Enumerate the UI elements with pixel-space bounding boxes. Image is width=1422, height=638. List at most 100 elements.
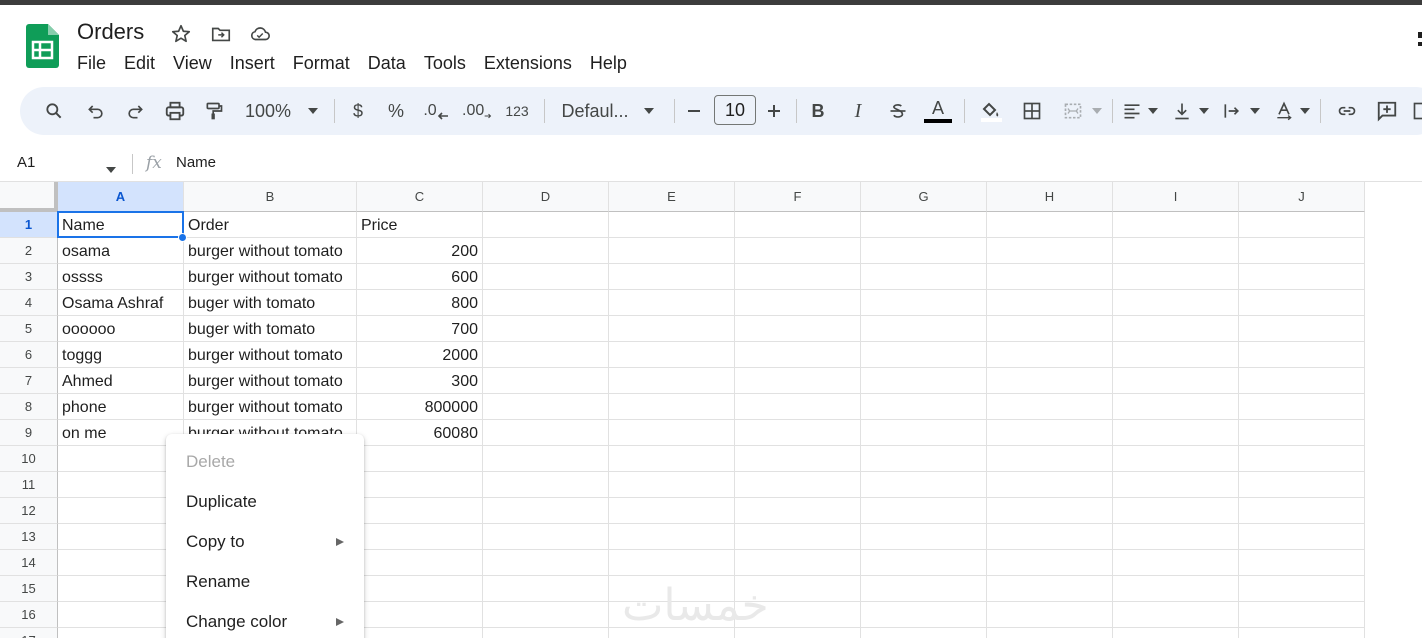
cell-e3[interactable] [609, 264, 735, 290]
cell-f11[interactable] [735, 472, 861, 498]
merge-chevron-down-icon[interactable] [1090, 87, 1104, 135]
row-header-17[interactable]: 17 [0, 628, 58, 638]
cell-g8[interactable] [861, 394, 987, 420]
cell-c2[interactable]: 200 [357, 238, 483, 264]
cell-b4[interactable]: buger with tomato [184, 290, 357, 316]
cell-d1[interactable] [483, 212, 609, 238]
column-header-e[interactable]: E [609, 182, 735, 212]
cell-f6[interactable] [735, 342, 861, 368]
menu-help[interactable]: Help [581, 50, 636, 76]
cell-g16[interactable] [861, 602, 987, 628]
cell-f2[interactable] [735, 238, 861, 264]
cell-i11[interactable] [1113, 472, 1239, 498]
cell-g17[interactable] [861, 628, 987, 638]
cell-f13[interactable] [735, 524, 861, 550]
more-formats-button[interactable]: 123 [504, 87, 530, 135]
cell-e12[interactable] [609, 498, 735, 524]
cell-i4[interactable] [1113, 290, 1239, 316]
bold-button[interactable]: B [808, 87, 828, 135]
star-icon[interactable] [169, 22, 193, 46]
cell-h8[interactable] [987, 394, 1113, 420]
row-header-14[interactable]: 14 [0, 550, 58, 576]
cell-j4[interactable] [1239, 290, 1365, 316]
cell-b5[interactable]: buger with tomato [184, 316, 357, 342]
cell-i17[interactable] [1113, 628, 1239, 638]
cell-d10[interactable] [483, 446, 609, 472]
cell-a8[interactable]: phone [58, 394, 184, 420]
cell-g12[interactable] [861, 498, 987, 524]
cell-c14[interactable] [357, 550, 483, 576]
cell-b7[interactable]: burger without tomato [184, 368, 357, 394]
cell-d2[interactable] [483, 238, 609, 264]
cell-c13[interactable] [357, 524, 483, 550]
borders-icon[interactable] [1020, 87, 1044, 135]
cell-d16[interactable] [483, 602, 609, 628]
cell-d17[interactable] [483, 628, 609, 638]
menu-edit[interactable]: Edit [115, 50, 164, 76]
row-header-4[interactable]: 4 [0, 290, 58, 316]
cell-a2[interactable]: osama [58, 238, 184, 264]
cell-d9[interactable] [483, 420, 609, 446]
cell-g14[interactable] [861, 550, 987, 576]
cell-h10[interactable] [987, 446, 1113, 472]
increase-font-size-icon[interactable] [764, 87, 784, 135]
cell-i15[interactable] [1113, 576, 1239, 602]
cell-c7[interactable]: 300 [357, 368, 483, 394]
cell-j1[interactable] [1239, 212, 1365, 238]
decrease-decimal-button[interactable]: .0 [422, 87, 450, 135]
cell-c15[interactable] [357, 576, 483, 602]
cell-j6[interactable] [1239, 342, 1365, 368]
merge-cells-icon[interactable] [1060, 87, 1086, 135]
cell-c9[interactable]: 60080 [357, 420, 483, 446]
cell-c17[interactable] [357, 628, 483, 638]
cell-a3[interactable]: ossss [58, 264, 184, 290]
row-header-11[interactable]: 11 [0, 472, 58, 498]
percent-format-button[interactable]: % [386, 87, 406, 135]
column-header-j[interactable]: J [1239, 182, 1365, 212]
cell-f8[interactable] [735, 394, 861, 420]
cell-b3[interactable]: burger without tomato [184, 264, 357, 290]
cell-h11[interactable] [987, 472, 1113, 498]
cell-e2[interactable] [609, 238, 735, 264]
cell-c3[interactable]: 600 [357, 264, 483, 290]
text-rotation-icon[interactable] [1272, 87, 1296, 135]
cell-i10[interactable] [1113, 446, 1239, 472]
cell-d11[interactable] [483, 472, 609, 498]
menu-extensions[interactable]: Extensions [475, 50, 581, 76]
cell-g13[interactable] [861, 524, 987, 550]
menu-tools[interactable]: Tools [415, 50, 475, 76]
cell-i13[interactable] [1113, 524, 1239, 550]
cell-g1[interactable] [861, 212, 987, 238]
cell-h17[interactable] [987, 628, 1113, 638]
cell-i8[interactable] [1113, 394, 1239, 420]
cell-i2[interactable] [1113, 238, 1239, 264]
cell-i16[interactable] [1113, 602, 1239, 628]
cell-h7[interactable] [987, 368, 1113, 394]
cell-h5[interactable] [987, 316, 1113, 342]
cell-c4[interactable]: 800 [357, 290, 483, 316]
font-size-input[interactable]: 10 [714, 95, 756, 125]
cell-f4[interactable] [735, 290, 861, 316]
menu-item-delete[interactable]: Delete [166, 442, 364, 482]
cell-j17[interactable] [1239, 628, 1365, 638]
cell-i14[interactable] [1113, 550, 1239, 576]
column-header-b[interactable]: B [184, 182, 357, 212]
menu-item-change-color[interactable]: Change color [166, 602, 364, 638]
cell-i1[interactable] [1113, 212, 1239, 238]
cell-e13[interactable] [609, 524, 735, 550]
row-header-5[interactable]: 5 [0, 316, 58, 342]
row-header-8[interactable]: 8 [0, 394, 58, 420]
font-chevron-down-icon[interactable] [642, 87, 656, 135]
cell-i12[interactable] [1113, 498, 1239, 524]
cell-c11[interactable] [357, 472, 483, 498]
cell-c6[interactable]: 2000 [357, 342, 483, 368]
cell-f7[interactable] [735, 368, 861, 394]
cell-d13[interactable] [483, 524, 609, 550]
cell-i7[interactable] [1113, 368, 1239, 394]
row-header-13[interactable]: 13 [0, 524, 58, 550]
cell-b8[interactable]: burger without tomato [184, 394, 357, 420]
cell-b2[interactable]: burger without tomato [184, 238, 357, 264]
cell-d15[interactable] [483, 576, 609, 602]
column-header-f[interactable]: F [735, 182, 861, 212]
cell-h6[interactable] [987, 342, 1113, 368]
